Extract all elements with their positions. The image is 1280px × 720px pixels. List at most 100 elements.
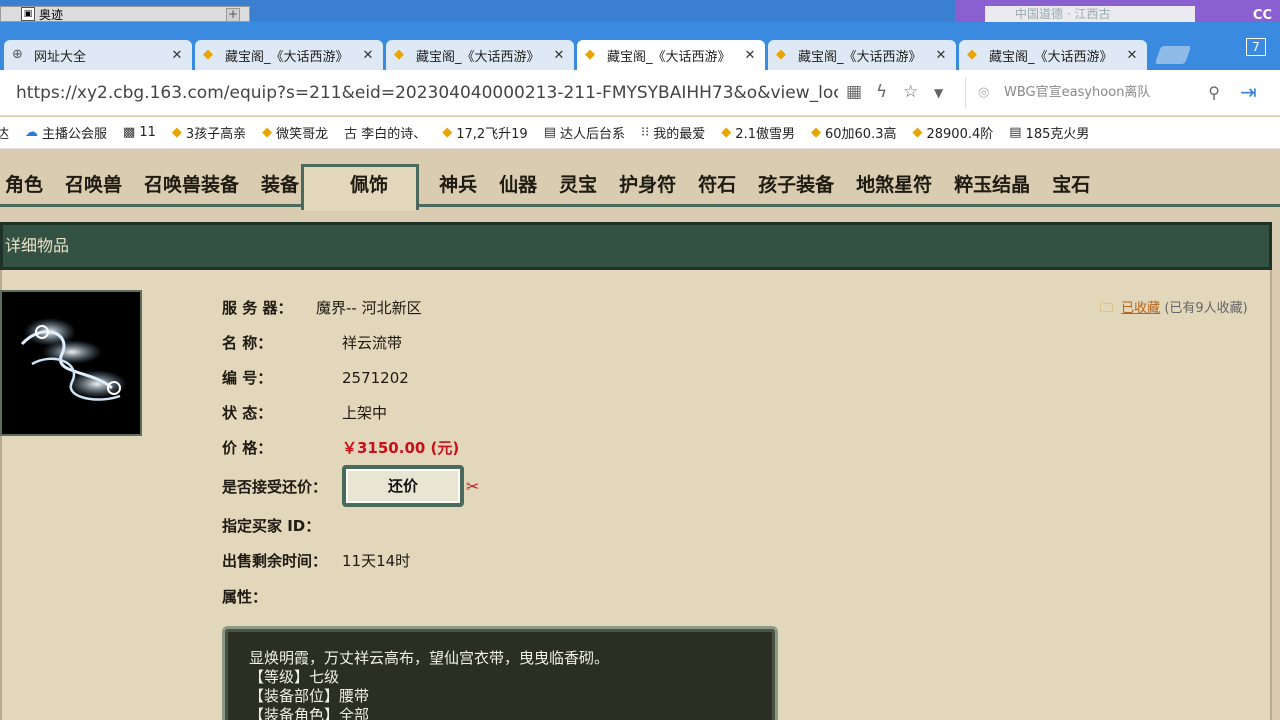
remaining-row: 出售剩余时间： 11天14时	[222, 550, 410, 571]
search-icon[interactable]: ⚲	[1208, 78, 1220, 108]
window-tab-label: 奥迹	[39, 7, 64, 22]
price-row: 价 格： ￥3150.00 (元)	[222, 437, 459, 458]
bookmark-item[interactable]: ◆ 17,2飞升19	[442, 123, 528, 142]
nav-item-runestone[interactable]: 符石	[687, 172, 747, 198]
bookmark-item[interactable]: ▩ 11	[123, 125, 156, 140]
attr-label: 属性：	[222, 588, 268, 606]
close-icon[interactable]: ✕	[743, 48, 757, 63]
attr-row: 属性：	[222, 586, 342, 607]
bookmark-item[interactable]: ⁝⁝ 我的最爱	[641, 123, 705, 142]
bookmark-item[interactable]: ☁ 主播公会服	[25, 123, 107, 142]
bookmark-label: 3孩子高亲	[185, 127, 247, 142]
price-value: ￥3150.00 (元)	[342, 439, 460, 457]
attr-role: 【装备角色】全部	[249, 706, 370, 720]
close-icon[interactable]: ✕	[1125, 48, 1139, 63]
address-bar: https://xy2.cbg.163.com/equip?s=211&eid=…	[0, 70, 1280, 116]
remaining-label: 出售剩余时间：	[222, 552, 328, 570]
ribbon-icon: ✂	[466, 476, 480, 496]
tab-1[interactable]: ◆ 藏宝阁_《大话西游》 ✕	[195, 40, 383, 70]
cbg-icon: ◆	[912, 125, 923, 140]
nav-divider-gap	[304, 203, 416, 211]
item-image	[0, 290, 142, 436]
nav-item-fairy[interactable]: 仙器	[488, 172, 548, 198]
lightning-icon[interactable]: ϟ	[876, 82, 887, 102]
bookmark-item[interactable]: ▤ 185克火男	[1009, 123, 1089, 142]
bookmark-item[interactable]: ◆ 28900.4阶	[912, 123, 993, 142]
nav-item-accessory[interactable]: 佩饰	[310, 172, 428, 198]
tab-label: 藏宝阁_《大话西游》	[416, 49, 540, 65]
nav-item-summon[interactable]: 召唤兽	[54, 172, 133, 198]
grid-icon: ⁝⁝	[641, 125, 650, 140]
poem-icon: 古	[344, 127, 358, 142]
window-tab[interactable]: ▣ 奥迹 ▾	[0, 6, 250, 22]
window-new-tab-button[interactable]: +	[226, 8, 240, 22]
bargain-row: 是否接受还价： 还价 ✂	[222, 465, 479, 507]
close-icon[interactable]: ✕	[361, 48, 375, 63]
chevron-down-icon[interactable]: ▼	[934, 86, 943, 100]
qr-icon[interactable]: ▦	[846, 82, 862, 102]
nav-item-spirit[interactable]: 灵宝	[548, 172, 608, 198]
favorite-link[interactable]: 已收藏	[1121, 301, 1160, 316]
tab-0[interactable]: ⊕ 网址大全 ✕	[4, 40, 192, 70]
cbg-icon: ◆	[442, 125, 453, 140]
bargain-button[interactable]: 还价	[342, 465, 464, 507]
bookmark-item[interactable]: ▤ 达人后台系	[544, 123, 625, 142]
name-row: 名 称： 祥云流带	[222, 332, 402, 353]
bookmarks-bar: 达 ☁主播公会服 ▩11 ◆3孩子高亲 ◆微笑哥龙 古李白的诗、 ◆17,2飞升…	[0, 117, 1280, 149]
nav-item-weapon[interactable]: 神兵	[428, 172, 488, 198]
nav-item-equip[interactable]: 装备	[250, 172, 310, 198]
tab-3-active[interactable]: ◆ 藏宝阁_《大话西游》 ✕	[577, 40, 765, 70]
cloud-sash-icon	[20, 318, 127, 401]
folder-star-icon: 🗀	[1100, 301, 1114, 316]
close-icon[interactable]: ✕	[170, 48, 184, 63]
bookmark-label: 17,2飞升19	[456, 127, 528, 142]
search-engine-icon: ◎	[978, 85, 990, 100]
tab-count-badge[interactable]: 7	[1246, 38, 1266, 56]
name-label: 名 称：	[222, 334, 273, 352]
bookmark-label: 主播公会服	[42, 127, 108, 142]
cbg-icon: ◆	[721, 125, 732, 140]
star-icon[interactable]: ☆	[903, 82, 918, 102]
attr-slot: 【装备部位】腰带	[249, 687, 370, 705]
bookmark-label: 11	[139, 125, 156, 140]
search-input[interactable]: ◎ WBG官宣easyhoon离队 ⚲	[965, 78, 1230, 108]
favorite-count: (已有9人收藏)	[1164, 301, 1248, 316]
bookmark-label: 达人后台系	[560, 127, 626, 142]
nav-item-summon-equip[interactable]: 召唤兽装备	[133, 172, 250, 198]
cbg-page: 角色 召唤兽 召唤兽装备 装备 佩饰 神兵 仙器 灵宝 护身符 符石 孩子装备 …	[0, 150, 1280, 720]
search-text: WBG官宣easyhoon离队	[1004, 85, 1151, 100]
bookmark-item[interactable]: 达	[0, 123, 9, 142]
cbg-icon: ◆	[810, 125, 821, 140]
bookmark-item[interactable]: 古李白的诗、	[344, 123, 426, 142]
cbg-icon: ◆	[776, 47, 786, 62]
bookmark-label: 2.1傲雪男	[735, 127, 795, 142]
close-icon[interactable]: ✕	[552, 48, 566, 63]
bookmark-item[interactable]: ◆ 2.1傲雪男	[721, 123, 795, 142]
url-input[interactable]: https://xy2.cbg.163.com/equip?s=211&eid=…	[16, 83, 838, 103]
bookmark-item[interactable]: ◆ 3孩子高亲	[172, 123, 246, 142]
cbg-icon: ◆	[171, 125, 182, 140]
nav-item-star-talisman[interactable]: 地煞星符	[845, 172, 943, 198]
login-icon[interactable]: ⇥	[1240, 80, 1257, 104]
doc-icon: ▤	[543, 125, 556, 140]
attribute-panel: 显焕明霞，万丈祥云高布，望仙宫衣带，曳曳临香砌。 【等级】七级 【装备部位】腰带…	[222, 626, 778, 720]
nav-item-gem[interactable]: 宝石	[1041, 172, 1101, 198]
bookmark-item[interactable]: ◆ 微笑哥龙	[262, 123, 328, 142]
tab-4[interactable]: ◆ 藏宝阁_《大话西游》 ✕	[768, 40, 956, 70]
tab-2[interactable]: ◆ 藏宝阁_《大话西游》 ✕	[386, 40, 574, 70]
id-row: 编 号： 2571202	[222, 367, 409, 388]
status-value: 上架中	[342, 404, 388, 422]
close-icon[interactable]: ✕	[934, 48, 948, 63]
cbg-icon: ◆	[585, 47, 595, 62]
browser-tab-bar: ⊕ 网址大全 ✕ ◆ 藏宝阁_《大话西游》 ✕ ◆ 藏宝阁_《大话西游》 ✕ ◆…	[0, 22, 1280, 70]
tab-5[interactable]: ◆ 藏宝阁_《大话西游》 ✕	[959, 40, 1147, 70]
bookmark-item[interactable]: ◆ 60加60.3高	[811, 123, 897, 142]
tab-label: 藏宝阁_《大话西游》	[798, 49, 922, 65]
nav-item-crystal[interactable]: 粹玉结晶	[943, 172, 1041, 198]
nav-item-amulet[interactable]: 护身符	[608, 172, 687, 198]
nav-item-child-equip[interactable]: 孩子装备	[747, 172, 845, 198]
nav-item-role[interactable]: 角色	[0, 172, 54, 198]
status-label: 状 态：	[222, 404, 273, 422]
cbg-icon: ◆	[262, 125, 273, 140]
server-value: 魔界-- 河北新区	[316, 299, 422, 317]
